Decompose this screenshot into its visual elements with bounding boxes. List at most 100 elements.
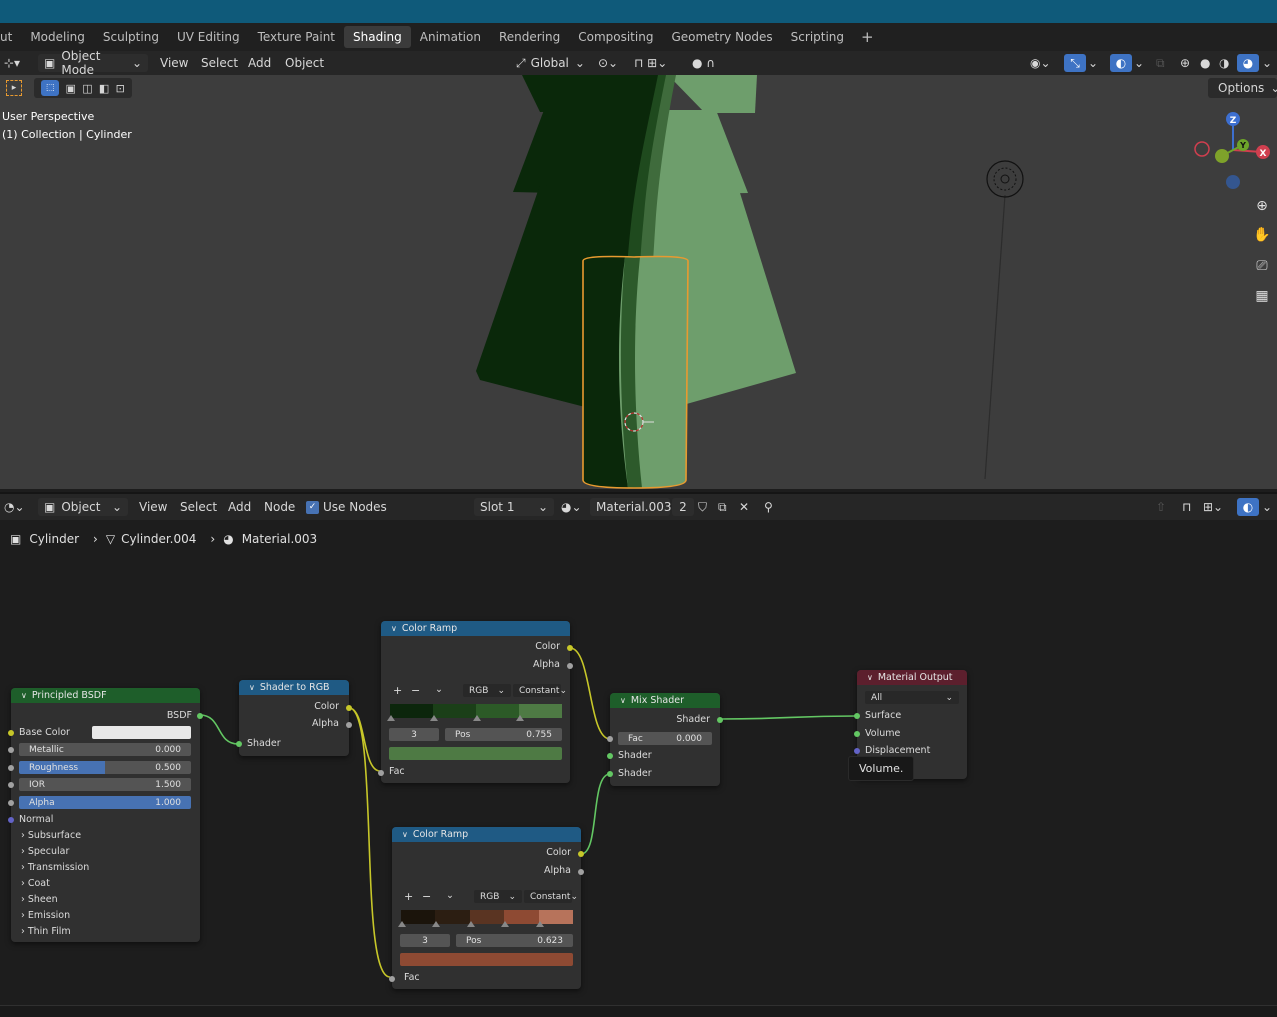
pan-hand-icon[interactable]: ✋: [1249, 223, 1275, 247]
ramp-stop-marker[interactable]: [501, 921, 510, 927]
tab-scripting[interactable]: Scripting: [782, 26, 853, 48]
gizmo-neg-y[interactable]: [1215, 149, 1229, 163]
node-menu-node[interactable]: Node: [264, 498, 295, 516]
ior-socket[interactable]: [8, 782, 14, 788]
roughness-socket[interactable]: [8, 765, 14, 771]
surface-input-socket[interactable]: [854, 713, 860, 719]
shader-to-rgb-header[interactable]: ∨ Shader to RGB: [239, 680, 349, 695]
shader-to-rgb-node[interactable]: ∨ Shader to RGB Color Alpha Shader: [236, 680, 352, 756]
collapse-chevron-icon[interactable]: ∨: [402, 830, 408, 839]
node-overlay-toggle[interactable]: ◐: [1237, 498, 1259, 516]
node-menu-select[interactable]: Select: [180, 498, 217, 516]
color-output-socket[interactable]: [567, 645, 573, 651]
output-target-dropdown[interactable]: All ⌄: [865, 691, 959, 704]
node-snap-toggle[interactable]: ⊓: [1182, 498, 1191, 516]
panel-specular[interactable]: › Specular: [21, 846, 69, 857]
node-snap-dropdown[interactable]: ⊞⌄: [1203, 498, 1223, 516]
base-color-socket[interactable]: [8, 730, 14, 736]
gizmo-neg-z[interactable]: [1226, 175, 1240, 189]
panel-subsurface[interactable]: › Subsurface: [21, 830, 81, 841]
principled-bsdf-node[interactable]: ∨ Principled BSDF BSDF Base Color Metalli…: [8, 688, 203, 942]
panel-sheen[interactable]: › Sheen: [21, 894, 58, 905]
perspective-grid-icon[interactable]: ▦: [1249, 284, 1275, 308]
3d-viewport[interactable]: Z Y X ▸ ⬚ ▣ ◫ ◧ ⊡ Options ⌄ User Perspec…: [0, 75, 1277, 489]
menu-object[interactable]: Object: [285, 54, 324, 72]
visibility-dropdown[interactable]: ◉⌄: [1030, 54, 1051, 72]
parent-node-tree-button[interactable]: ⇧: [1156, 498, 1166, 516]
gizmo-z[interactable]: [1226, 112, 1240, 126]
color-ramp-header[interactable]: ∨ Color Ramp: [381, 621, 570, 636]
collapse-chevron-icon[interactable]: ∨: [867, 673, 873, 682]
fake-user-button[interactable]: ⛉: [698, 498, 707, 516]
node-editor-type-button[interactable]: ◔⌄: [4, 498, 25, 516]
node-menu-add[interactable]: Add: [228, 498, 251, 516]
tab-sculpting[interactable]: Sculpting: [94, 26, 168, 48]
stop-color-swatch[interactable]: [389, 747, 562, 760]
gizmo-neg-x[interactable]: [1194, 141, 1210, 157]
tab-layout[interactable]: ut: [0, 26, 21, 48]
menu-view[interactable]: View: [160, 54, 188, 72]
menu-select[interactable]: Select: [201, 54, 238, 72]
color-ramp-gradient[interactable]: [387, 704, 562, 721]
pin-button[interactable]: ⚲: [764, 498, 773, 516]
color-mode-dropdown[interactable]: RGB ⌄: [474, 890, 522, 903]
collapse-chevron-icon[interactable]: ∨: [249, 683, 255, 692]
alpha-output-socket[interactable]: [346, 722, 352, 728]
proportional-edit-toggle[interactable]: ● ∩: [692, 54, 715, 72]
node-editor-canvas[interactable]: ▣ Cylinder › ▽ Cylinder.004 › ◕ Material…: [0, 520, 1277, 1017]
panel-transmission[interactable]: › Transmission: [21, 862, 89, 873]
collapse-chevron-icon[interactable]: ∨: [620, 696, 626, 705]
node-menu-view[interactable]: View: [139, 498, 167, 516]
pivot-dropdown[interactable]: ⊙⌄: [598, 54, 618, 72]
mix-shader-node[interactable]: ∨ Mix Shader Shader Fac 0.000 Shader Shade…: [607, 693, 723, 786]
unlink-material-button[interactable]: ✕: [739, 498, 749, 516]
panel-coat[interactable]: › Coat: [21, 878, 50, 889]
fac-input-socket[interactable]: [378, 770, 384, 776]
shading-wireframe[interactable]: ⊕: [1180, 54, 1190, 72]
gizmo-dropdown[interactable]: ⌄: [1088, 54, 1098, 72]
select-invert-icon[interactable]: ◧: [99, 82, 109, 95]
normal-socket[interactable]: [8, 817, 14, 823]
interpolation-dropdown[interactable]: Constant ⌄: [524, 890, 578, 903]
material-browse-button[interactable]: ◕⌄: [561, 498, 582, 516]
editor-type-button[interactable]: ⊹▾: [4, 54, 20, 72]
base-color-swatch[interactable]: [92, 726, 191, 739]
overlay-dropdown[interactable]: ⌄: [1134, 54, 1144, 72]
ramp-stop-marker[interactable]: [432, 921, 441, 927]
add-workspace-button[interactable]: +: [853, 26, 882, 48]
xray-toggle[interactable]: ⧉: [1156, 54, 1165, 72]
bsdf-output-socket[interactable]: [197, 713, 203, 719]
zoom-icon[interactable]: ⊕: [1249, 194, 1275, 218]
panel-emission[interactable]: › Emission: [21, 910, 70, 921]
ramp-stop-marker[interactable]: [398, 921, 406, 927]
add-stop-button[interactable]: +: [404, 890, 413, 903]
color-output-socket[interactable]: [578, 851, 584, 857]
tab-uv-editing[interactable]: UV Editing: [168, 26, 249, 48]
snap-toggle[interactable]: ⊓ ⊞⌄: [634, 54, 667, 72]
color-mode-dropdown[interactable]: RGB ⌄: [463, 684, 511, 697]
ramp-stop-marker[interactable]: [473, 715, 481, 721]
select-intersect-icon[interactable]: ⊡: [116, 82, 125, 95]
color-ramp-brown-node[interactable]: ∨ Color Ramp Color Alpha + − ⌄ RGB ⌄ Const…: [389, 827, 584, 989]
shader-output-socket[interactable]: [717, 717, 723, 723]
gizmo-x[interactable]: [1256, 145, 1270, 159]
alpha-output-socket[interactable]: [567, 663, 573, 669]
material-name-field[interactable]: Material.003: [590, 498, 671, 516]
shader-input-socket[interactable]: [236, 741, 242, 747]
metallic-socket[interactable]: [8, 747, 14, 753]
node-overlay-dropdown[interactable]: ⌄: [1262, 498, 1272, 516]
use-nodes-checkbox[interactable]: ✓ Use Nodes: [306, 498, 387, 516]
ramp-stop-marker[interactable]: [516, 715, 524, 721]
ramp-stop-marker[interactable]: [535, 921, 544, 927]
color-ramp-green-node[interactable]: ∨ Color Ramp Color Alpha + − ⌄ RGB ⌄ Const…: [378, 621, 573, 783]
shader1-input-socket[interactable]: [607, 753, 613, 759]
color-ramp-header[interactable]: ∨ Color Ramp: [392, 827, 581, 842]
alpha-field[interactable]: Alpha 1.000: [19, 796, 191, 809]
light-object[interactable]: [986, 160, 1024, 198]
select-extend-icon[interactable]: ▣: [65, 82, 75, 95]
object-mode-dropdown[interactable]: ▣ Object Mode ⌄: [38, 49, 148, 77]
remove-stop-button[interactable]: −: [411, 684, 420, 697]
options-dropdown[interactable]: Options ⌄: [1208, 78, 1277, 98]
stop-position-field[interactable]: Pos 0.755: [445, 728, 562, 741]
tab-geometry-nodes[interactable]: Geometry Nodes: [662, 26, 781, 48]
